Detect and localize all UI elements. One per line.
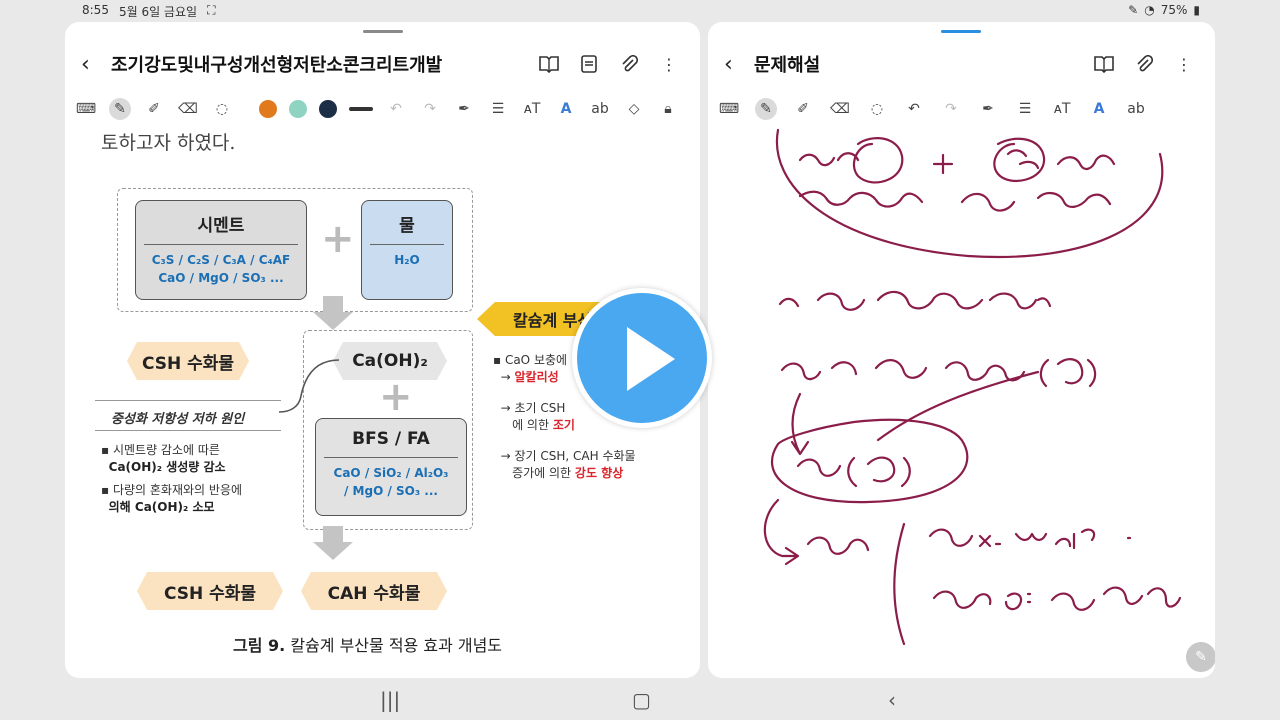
stroke-width-icon[interactable] bbox=[349, 107, 373, 111]
keyboard-icon-right[interactable]: ⌨ bbox=[718, 98, 740, 120]
neutral-divider bbox=[95, 400, 281, 401]
bfs-fa-box: BFS / FA CaO / SiO₂ / Al₂O₃ / MgO / SO₃ … bbox=[315, 418, 467, 516]
keyboard-icon[interactable]: ⌨ bbox=[75, 98, 97, 120]
wifi-icon: ◔ bbox=[1144, 3, 1155, 17]
nav-back-icon[interactable]: ‹ bbox=[888, 688, 896, 712]
note-title: 조기강도및내구성개선형저탄소콘크리트개발 bbox=[111, 55, 443, 76]
lasso-icon-right[interactable]: ◌ bbox=[866, 98, 888, 120]
text-box-icon-right[interactable]: ab bbox=[1125, 98, 1147, 120]
more-icon-right[interactable]: ⋮ bbox=[1173, 53, 1195, 75]
flow-arrow-icon bbox=[313, 296, 353, 330]
text-style-icon-right[interactable]: A bbox=[1088, 98, 1110, 120]
pen-settings-icon[interactable]: ✒ bbox=[453, 98, 475, 120]
book-view-icon-right[interactable] bbox=[1093, 53, 1115, 75]
figure-caption: 그림 9. 칼슘계 부산물 적용 효과 개념도 bbox=[233, 636, 503, 655]
text-style-icon[interactable]: A bbox=[555, 98, 577, 120]
bfs-line1: CaO / SiO₂ / Al₂O₃ bbox=[333, 466, 449, 480]
attach-icon[interactable] bbox=[618, 53, 640, 75]
document-top-text: 토하고자 하였다. bbox=[101, 132, 236, 154]
lock-page-icon[interactable]: 🔒︎ bbox=[657, 98, 679, 120]
cah-hydrate-bottom: CAH 수화물 bbox=[301, 572, 447, 610]
flow-arrow-icon-2 bbox=[313, 526, 353, 560]
edit-pencil-icon[interactable]: ✎ bbox=[1186, 642, 1215, 672]
bfs-line2: / MgO / SO₃ ... bbox=[344, 484, 438, 498]
recent-apps-icon[interactable]: ||| bbox=[380, 688, 400, 712]
pane-drag-handle-right[interactable] bbox=[941, 30, 981, 33]
system-nav-bar: ||| ▢ ‹ bbox=[0, 680, 1280, 720]
right-note-pane: ‹ 문제해설 ⋮ ⌨ ✎ ✐ ⌫ ◌ ↶ ↷ ✒ ☰ ᴀT A ab ✎ bbox=[708, 22, 1215, 678]
right-note-3: → 장기 CSH, CAH 수화물 증가에 의한 강도 향상 bbox=[493, 449, 636, 480]
shapes-icon[interactable]: ◇ bbox=[623, 98, 645, 120]
handwriting-to-text-icon[interactable]: ᴀT bbox=[521, 98, 543, 120]
highlighter-icon[interactable]: ✐ bbox=[143, 98, 165, 120]
redo-icon[interactable]: ↷ bbox=[419, 98, 441, 120]
cement-box: 시멘트 C₃S / C₂S / C₃A / C₄AF CaO / MgO / S… bbox=[135, 200, 307, 300]
text-align-icon[interactable]: ☰ bbox=[487, 98, 509, 120]
right-pen-toolbar: ⌨ ✎ ✐ ⌫ ◌ ↶ ↷ ✒ ☰ ᴀT A ab bbox=[708, 94, 1215, 124]
csh-hydrate-bottom: CSH 수화물 bbox=[137, 572, 283, 610]
undo-icon[interactable]: ↶ bbox=[385, 98, 407, 120]
handwriting-to-text-icon-right[interactable]: ᴀT bbox=[1051, 98, 1073, 120]
right-app-bar: ‹ 문제해설 ⋮ bbox=[708, 44, 1215, 84]
handwritten-notes-canvas[interactable] bbox=[708, 124, 1215, 678]
left-note-1: ▪ 시멘트량 감소에 따른 Ca(OH)₂ 생성량 감소 bbox=[101, 443, 226, 474]
bfs-title: BFS / FA bbox=[352, 429, 430, 449]
status-battery: 75% bbox=[1160, 3, 1188, 17]
water-sub: H₂O bbox=[394, 253, 420, 267]
status-date: 5월 6일 금요일 bbox=[118, 5, 198, 19]
neutral-divider-2 bbox=[95, 430, 281, 431]
color-teal-swatch[interactable] bbox=[289, 100, 307, 118]
text-align-icon-right[interactable]: ☰ bbox=[1014, 98, 1036, 120]
plus-sign: + bbox=[321, 216, 355, 262]
text-box-icon[interactable]: ab bbox=[589, 98, 611, 120]
home-icon[interactable]: ▢ bbox=[632, 688, 651, 712]
eraser-icon-right[interactable]: ⌫ bbox=[829, 98, 851, 120]
undo-icon-right[interactable]: ↶ bbox=[903, 98, 925, 120]
water-box: 물 H₂O bbox=[361, 200, 453, 300]
status-bar: 8:55 5월 6일 금요일 ⛶ ✎ ◔ 75% ▮ bbox=[0, 0, 1280, 20]
pen-icon: ✎ bbox=[1128, 3, 1139, 17]
pen-tool-icon[interactable]: ✎ bbox=[109, 98, 131, 120]
left-app-bar: ‹ 조기강도및내구성개선형저탄소콘크리트개발 ⋮ bbox=[65, 44, 700, 84]
color-orange-swatch[interactable] bbox=[259, 100, 277, 118]
pen-tool-icon-right[interactable]: ✎ bbox=[755, 98, 777, 120]
left-note-2: ▪ 다량의 혼화재와의 반응에 의해 Ca(OH)₂ 소모 bbox=[101, 483, 243, 514]
lasso-icon[interactable]: ◌ bbox=[211, 98, 233, 120]
attach-icon-right[interactable] bbox=[1133, 53, 1155, 75]
play-button-icon[interactable] bbox=[572, 288, 712, 428]
neutralization-label: 중성화 저항성 저하 원인 bbox=[111, 412, 245, 427]
page-icon[interactable] bbox=[578, 53, 600, 75]
back-icon-right[interactable]: ‹ bbox=[724, 52, 754, 77]
battery-icon: ▮ bbox=[1193, 3, 1200, 17]
eraser-icon[interactable]: ⌫ bbox=[177, 98, 199, 120]
left-pen-toolbar: ⌨ ✎ ✐ ⌫ ◌ ↶ ↷ ✒ ☰ ᴀT A ab ◇ 🔒︎ bbox=[65, 94, 700, 124]
csh-hydrate-left: CSH 수화물 bbox=[127, 342, 249, 380]
book-view-icon[interactable] bbox=[538, 53, 560, 75]
plus-sign-2: + bbox=[379, 374, 413, 420]
cement-title: 시멘트 bbox=[197, 216, 245, 236]
highlighter-icon-right[interactable]: ✐ bbox=[792, 98, 814, 120]
cement-line2: CaO / MgO / SO₃ ... bbox=[158, 271, 284, 285]
note-title-right: 문제해설 bbox=[754, 55, 821, 76]
water-title: 물 bbox=[399, 216, 415, 236]
pane-drag-handle[interactable] bbox=[363, 30, 403, 33]
status-time: 8:55 bbox=[82, 3, 109, 17]
back-icon[interactable]: ‹ bbox=[81, 52, 111, 77]
cement-line1: C₃S / C₂S / C₃A / C₄AF bbox=[151, 253, 291, 267]
pen-settings-icon-right[interactable]: ✒ bbox=[977, 98, 999, 120]
color-navy-swatch[interactable] bbox=[319, 100, 337, 118]
connector-curve bbox=[278, 359, 340, 413]
redo-icon-right[interactable]: ↷ bbox=[940, 98, 962, 120]
screenshot-icon: ⛶ bbox=[207, 3, 216, 17]
more-icon[interactable]: ⋮ bbox=[658, 53, 680, 75]
